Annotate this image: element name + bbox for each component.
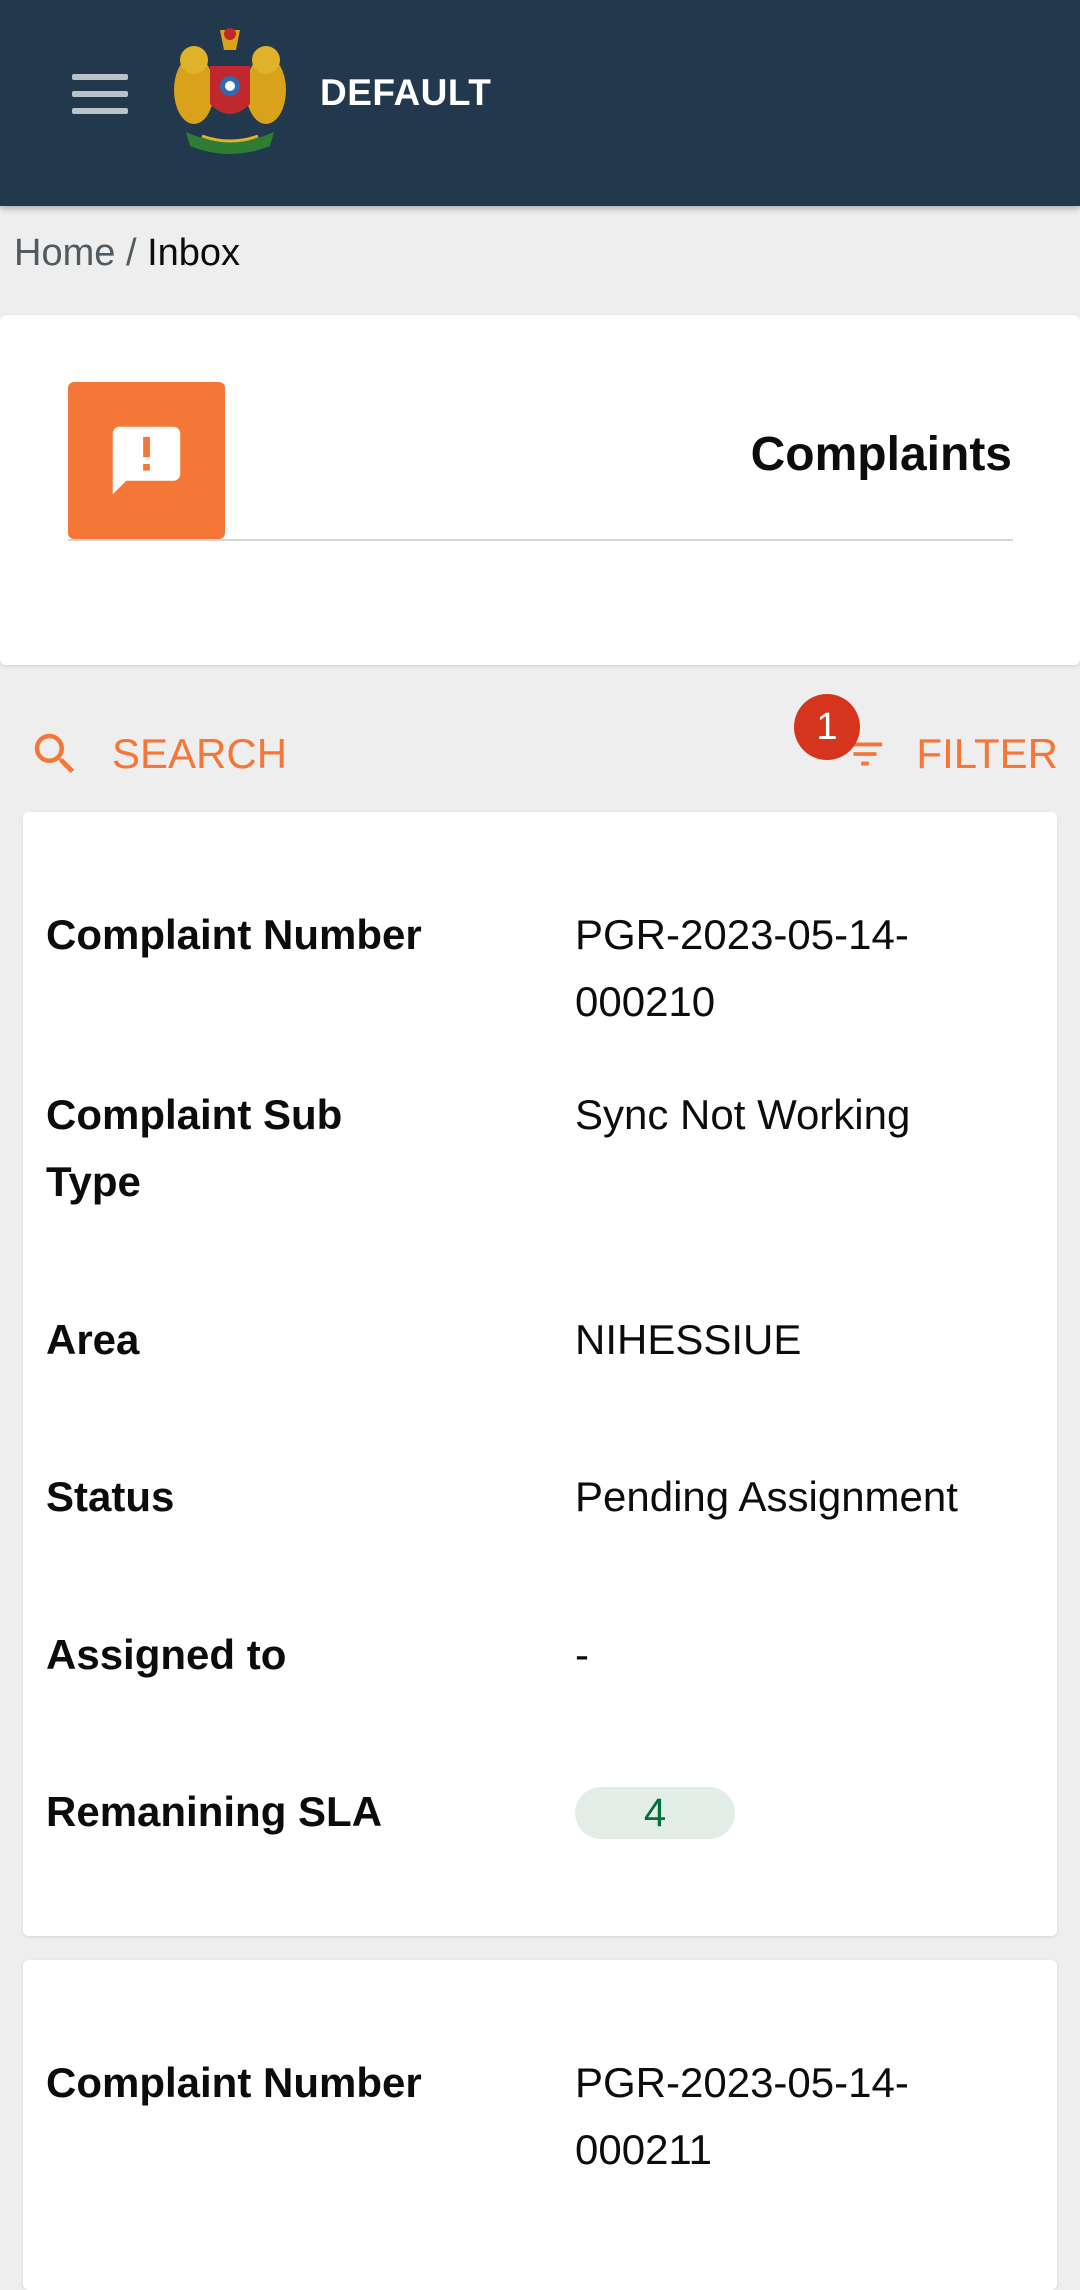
hamburger-menu-icon[interactable]	[72, 74, 128, 116]
sla-value: 4	[575, 1778, 995, 1845]
complaint-number-label: Complaint Number	[46, 2059, 422, 2106]
search-button[interactable]: SEARCH	[28, 724, 287, 784]
filter-count-badge: 1	[794, 694, 860, 760]
breadcrumb-home-link[interactable]: Home	[14, 232, 115, 274]
state-emblem-logo	[174, 28, 286, 154]
breadcrumb-current: Inbox	[147, 232, 241, 274]
sla-label: Remanining SLA	[46, 1788, 383, 1835]
complaint-number-value[interactable]: PGR-2023-05-14- 000210	[575, 901, 995, 1035]
filter-label: FILTER	[916, 730, 1058, 777]
module-title: Complaints	[750, 428, 1012, 481]
area-value: NIHESSIUE	[575, 1316, 802, 1363]
complaint-number-line2: 000210	[575, 978, 716, 1025]
sla-badge: 4	[575, 1787, 735, 1839]
complaint-subtype-value: Sync Not Working	[575, 1091, 911, 1138]
complaint-number-line1: PGR-2023-05-14-	[575, 911, 909, 958]
complaint-card[interactable]: Complaint Number PGR-2023-05-14- 000211	[23, 1960, 1057, 2290]
status-label: Status	[46, 1473, 175, 1520]
complaint-number-line2: 000211	[575, 2126, 713, 2173]
complaint-number-line1: PGR-2023-05-14-	[575, 2059, 909, 2106]
area-label: Area	[46, 1316, 140, 1363]
complaint-icon	[68, 382, 225, 539]
top-app-bar: DEFAULT	[0, 0, 1080, 206]
complaint-number-value[interactable]: PGR-2023-05-14- 000211	[575, 2049, 995, 2183]
complaint-number-label: Complaint Number	[46, 911, 422, 958]
status-value: Pending Assignment	[575, 1473, 958, 1520]
module-card-divider	[68, 539, 1013, 541]
complaint-subtype-label-line1: Complaint Sub	[46, 1091, 343, 1138]
search-icon	[34, 733, 75, 774]
assigned-to-label: Assigned to	[46, 1631, 287, 1678]
complaint-subtype-label: Complaint Sub Type	[46, 1081, 466, 1215]
complaint-subtype-label-line2: Type	[46, 1158, 141, 1205]
complaint-card[interactable]: Complaint Number PGR-2023-05-14- 000210 …	[23, 812, 1057, 1936]
app-brand-title: DEFAULT	[320, 72, 492, 113]
assigned-to-value: -	[575, 1631, 589, 1678]
filter-button[interactable]: FILTER	[842, 724, 1058, 784]
search-label: SEARCH	[112, 730, 288, 777]
breadcrumb-separator: /	[125, 232, 137, 274]
breadcrumb: Home / Inbox	[14, 232, 240, 275]
